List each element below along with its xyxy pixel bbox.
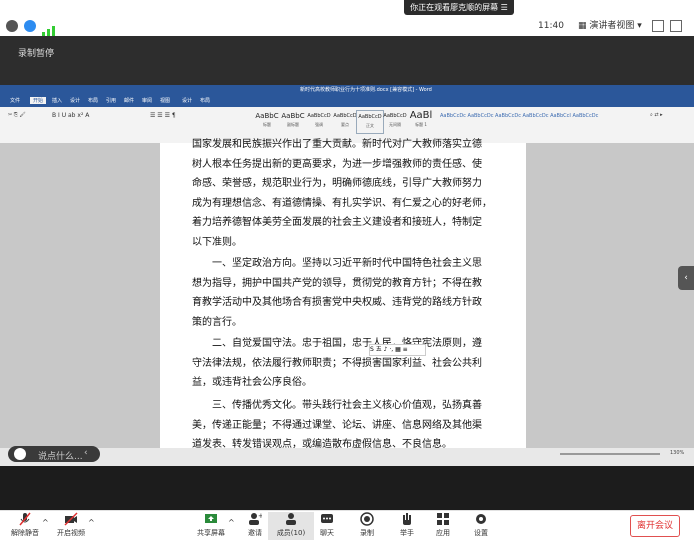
shield-icon[interactable] bbox=[24, 20, 36, 32]
video-off-icon bbox=[64, 512, 78, 526]
tab-file[interactable]: 文件 bbox=[10, 97, 20, 104]
more-styles-gallery[interactable]: AaBbCcDc AaBbCcDc AaBbCcDc AaBbCcDc AaBb… bbox=[440, 112, 640, 132]
chat-input[interactable]: 说点什么... bbox=[38, 449, 83, 462]
hand-icon bbox=[403, 513, 411, 525]
editing-group[interactable]: ⌕ ⇄ ▸ bbox=[650, 111, 690, 137]
window-icon[interactable] bbox=[670, 20, 682, 32]
tab-review[interactable]: 审阅 bbox=[142, 97, 152, 104]
fullscreen-icon[interactable] bbox=[652, 20, 664, 32]
paragraph-rule-1: 一、坚定政治方向。坚持以习近平新时代中国特色社会主义思 想为指导，拥护中国共产党… bbox=[192, 258, 482, 328]
style-normal[interactable]: AaBbCcD 正文 bbox=[356, 110, 384, 134]
font-group[interactable]: B I U ab x² A bbox=[52, 111, 142, 139]
apps-icon bbox=[437, 513, 449, 525]
tab-references[interactable]: 引用 bbox=[106, 97, 116, 104]
side-panel-toggle[interactable]: ‹ bbox=[678, 266, 694, 290]
style-title[interactable]: AaBbC 标题 bbox=[254, 110, 280, 132]
view-icon: ▦ bbox=[578, 21, 590, 31]
paragraph-intro: 国家发展和民族振兴作出了重大贡献。新时代对广大教师落实立德 树人根本任务提出新的… bbox=[192, 139, 492, 248]
word-ribbon-tabs bbox=[0, 95, 694, 107]
style-emphasis[interactable]: AaBbCcD 强调 bbox=[306, 110, 332, 132]
chevron-up-icon[interactable]: ^ bbox=[88, 518, 95, 527]
chevron-left-icon: ‹ bbox=[684, 273, 688, 283]
chat-icon bbox=[321, 514, 333, 523]
tab-table-layout[interactable]: 布局 bbox=[200, 97, 210, 104]
info-icon[interactable] bbox=[6, 20, 18, 32]
share-screen-icon bbox=[205, 514, 217, 523]
recording-status: 录制暂停 bbox=[18, 49, 55, 59]
paragraph-rule-2: 二、自觉爱国守法。忠于祖国，忠于人民，恪守宪法原则，遵 守法律法规，依法履行教师… bbox=[192, 338, 482, 389]
style-subtitle[interactable]: AaBbC 副标题 bbox=[280, 110, 306, 132]
zoom-level: 130% bbox=[670, 450, 685, 456]
mic-muted-icon bbox=[19, 512, 31, 526]
video-area bbox=[0, 466, 694, 510]
gear-icon bbox=[476, 514, 486, 524]
screen-share-banner[interactable]: 你正在观看廖克顺的屏幕 ☰ bbox=[404, 0, 514, 15]
clock-text: 11:40 bbox=[538, 21, 564, 31]
svg-text:+: + bbox=[258, 512, 262, 520]
tab-home[interactable]: 开始 bbox=[30, 97, 47, 104]
record-icon bbox=[360, 512, 374, 526]
recording-panel bbox=[0, 36, 694, 85]
tab-design[interactable]: 设计 bbox=[70, 97, 80, 104]
invite-icon: + bbox=[249, 512, 262, 525]
word-title: 新时代高校教师职业行为十项准则.docx [兼容模式] - Word bbox=[300, 87, 432, 93]
tab-insert[interactable]: 插入 bbox=[52, 97, 62, 104]
tab-layout[interactable]: 布局 bbox=[88, 97, 98, 104]
style-heading1[interactable]: AaBl 标题 1 bbox=[408, 110, 434, 132]
style-strong[interactable]: AaBbCcD 要点 bbox=[332, 110, 358, 132]
members-icon bbox=[286, 513, 296, 525]
tab-mailings[interactable]: 邮件 bbox=[124, 97, 134, 104]
word-status-bar bbox=[0, 448, 694, 466]
emoji-icon[interactable] bbox=[14, 448, 26, 460]
paragraph-rule-3: 三、传播优秀文化。带头践行社会主义核心价值观，弘扬真善 美，传递正能量；不得通过… bbox=[192, 400, 482, 451]
settings-button[interactable]: 设置 bbox=[458, 512, 504, 540]
zoom-slider[interactable] bbox=[560, 453, 660, 455]
input-method-icon: S 五 ♪ ·, ▦ ≡ bbox=[370, 346, 408, 353]
signal-icon[interactable] bbox=[42, 21, 56, 36]
clipboard-group[interactable]: ✂ ⎘ 🖌 bbox=[8, 111, 48, 139]
tab-table-design[interactable]: 设计 bbox=[182, 97, 192, 104]
leave-meeting-button[interactable]: 离开会议 bbox=[630, 515, 680, 537]
chevron-left-icon[interactable]: ‹ bbox=[84, 448, 88, 458]
tab-view[interactable]: 视图 bbox=[160, 97, 170, 104]
style-no-spacing[interactable]: AaBbCcD 无间隔 bbox=[382, 110, 408, 132]
floating-input-toolbar[interactable]: S 五 ♪ ·, ▦ ≡ bbox=[369, 344, 426, 356]
